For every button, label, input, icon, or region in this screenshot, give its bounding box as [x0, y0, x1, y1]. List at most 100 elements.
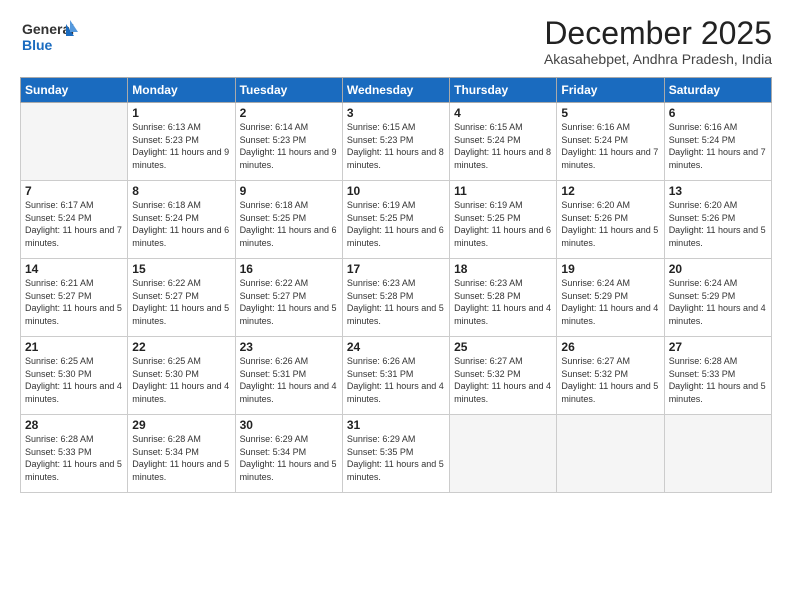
day-info: Sunrise: 6:25 AMSunset: 5:30 PMDaylight:… [132, 355, 230, 405]
day-number: 8 [132, 184, 230, 198]
day-info: Sunrise: 6:23 AMSunset: 5:28 PMDaylight:… [454, 277, 552, 327]
day-number: 19 [561, 262, 659, 276]
day-number: 22 [132, 340, 230, 354]
calendar-cell: 9Sunrise: 6:18 AMSunset: 5:25 PMDaylight… [235, 181, 342, 259]
calendar-cell [664, 415, 771, 493]
calendar-cell: 28Sunrise: 6:28 AMSunset: 5:33 PMDayligh… [21, 415, 128, 493]
day-number: 9 [240, 184, 338, 198]
day-number: 26 [561, 340, 659, 354]
calendar-week-5: 28Sunrise: 6:28 AMSunset: 5:33 PMDayligh… [21, 415, 772, 493]
calendar-cell: 12Sunrise: 6:20 AMSunset: 5:26 PMDayligh… [557, 181, 664, 259]
day-number: 10 [347, 184, 445, 198]
calendar-cell: 8Sunrise: 6:18 AMSunset: 5:24 PMDaylight… [128, 181, 235, 259]
calendar-cell: 6Sunrise: 6:16 AMSunset: 5:24 PMDaylight… [664, 103, 771, 181]
weekday-header-sunday: Sunday [21, 78, 128, 103]
day-info: Sunrise: 6:27 AMSunset: 5:32 PMDaylight:… [454, 355, 552, 405]
calendar-cell [21, 103, 128, 181]
weekday-header-thursday: Thursday [450, 78, 557, 103]
weekday-header-row: SundayMondayTuesdayWednesdayThursdayFrid… [21, 78, 772, 103]
calendar-table: SundayMondayTuesdayWednesdayThursdayFrid… [20, 77, 772, 493]
calendar-cell: 18Sunrise: 6:23 AMSunset: 5:28 PMDayligh… [450, 259, 557, 337]
calendar-cell: 7Sunrise: 6:17 AMSunset: 5:24 PMDaylight… [21, 181, 128, 259]
day-info: Sunrise: 6:13 AMSunset: 5:23 PMDaylight:… [132, 121, 230, 171]
calendar-cell: 4Sunrise: 6:15 AMSunset: 5:24 PMDaylight… [450, 103, 557, 181]
calendar-container: GeneralBlue December 2025 Akasahebpet, A… [0, 0, 792, 612]
day-number: 23 [240, 340, 338, 354]
day-info: Sunrise: 6:15 AMSunset: 5:23 PMDaylight:… [347, 121, 445, 171]
day-info: Sunrise: 6:28 AMSunset: 5:33 PMDaylight:… [669, 355, 767, 405]
day-number: 5 [561, 106, 659, 120]
day-info: Sunrise: 6:15 AMSunset: 5:24 PMDaylight:… [454, 121, 552, 171]
day-info: Sunrise: 6:21 AMSunset: 5:27 PMDaylight:… [25, 277, 123, 327]
calendar-cell: 17Sunrise: 6:23 AMSunset: 5:28 PMDayligh… [342, 259, 449, 337]
calendar-cell: 13Sunrise: 6:20 AMSunset: 5:26 PMDayligh… [664, 181, 771, 259]
day-number: 2 [240, 106, 338, 120]
calendar-cell: 25Sunrise: 6:27 AMSunset: 5:32 PMDayligh… [450, 337, 557, 415]
day-info: Sunrise: 6:17 AMSunset: 5:24 PMDaylight:… [25, 199, 123, 249]
calendar-cell: 23Sunrise: 6:26 AMSunset: 5:31 PMDayligh… [235, 337, 342, 415]
day-info: Sunrise: 6:18 AMSunset: 5:24 PMDaylight:… [132, 199, 230, 249]
day-number: 25 [454, 340, 552, 354]
day-info: Sunrise: 6:28 AMSunset: 5:33 PMDaylight:… [25, 433, 123, 483]
day-number: 18 [454, 262, 552, 276]
day-info: Sunrise: 6:19 AMSunset: 5:25 PMDaylight:… [347, 199, 445, 249]
calendar-cell: 5Sunrise: 6:16 AMSunset: 5:24 PMDaylight… [557, 103, 664, 181]
day-number: 16 [240, 262, 338, 276]
day-info: Sunrise: 6:16 AMSunset: 5:24 PMDaylight:… [669, 121, 767, 171]
day-number: 20 [669, 262, 767, 276]
calendar-cell: 11Sunrise: 6:19 AMSunset: 5:25 PMDayligh… [450, 181, 557, 259]
calendar-week-3: 14Sunrise: 6:21 AMSunset: 5:27 PMDayligh… [21, 259, 772, 337]
svg-text:Blue: Blue [22, 37, 53, 53]
day-info: Sunrise: 6:20 AMSunset: 5:26 PMDaylight:… [561, 199, 659, 249]
weekday-header-wednesday: Wednesday [342, 78, 449, 103]
calendar-week-4: 21Sunrise: 6:25 AMSunset: 5:30 PMDayligh… [21, 337, 772, 415]
calendar-cell: 29Sunrise: 6:28 AMSunset: 5:34 PMDayligh… [128, 415, 235, 493]
header: GeneralBlue December 2025 Akasahebpet, A… [20, 16, 772, 67]
calendar-cell: 14Sunrise: 6:21 AMSunset: 5:27 PMDayligh… [21, 259, 128, 337]
day-info: Sunrise: 6:22 AMSunset: 5:27 PMDaylight:… [240, 277, 338, 327]
day-number: 13 [669, 184, 767, 198]
calendar-cell: 27Sunrise: 6:28 AMSunset: 5:33 PMDayligh… [664, 337, 771, 415]
day-number: 24 [347, 340, 445, 354]
weekday-header-tuesday: Tuesday [235, 78, 342, 103]
day-number: 3 [347, 106, 445, 120]
day-number: 30 [240, 418, 338, 432]
weekday-header-friday: Friday [557, 78, 664, 103]
day-number: 7 [25, 184, 123, 198]
calendar-cell: 10Sunrise: 6:19 AMSunset: 5:25 PMDayligh… [342, 181, 449, 259]
calendar-cell: 3Sunrise: 6:15 AMSunset: 5:23 PMDaylight… [342, 103, 449, 181]
calendar-body: 1Sunrise: 6:13 AMSunset: 5:23 PMDaylight… [21, 103, 772, 493]
month-title: December 2025 [544, 16, 772, 51]
day-number: 27 [669, 340, 767, 354]
day-info: Sunrise: 6:18 AMSunset: 5:25 PMDaylight:… [240, 199, 338, 249]
calendar-week-1: 1Sunrise: 6:13 AMSunset: 5:23 PMDaylight… [21, 103, 772, 181]
day-info: Sunrise: 6:27 AMSunset: 5:32 PMDaylight:… [561, 355, 659, 405]
day-number: 6 [669, 106, 767, 120]
calendar-cell: 31Sunrise: 6:29 AMSunset: 5:35 PMDayligh… [342, 415, 449, 493]
calendar-cell: 26Sunrise: 6:27 AMSunset: 5:32 PMDayligh… [557, 337, 664, 415]
day-number: 31 [347, 418, 445, 432]
logo-svg: GeneralBlue [20, 16, 80, 61]
day-number: 17 [347, 262, 445, 276]
logo: GeneralBlue [20, 16, 80, 61]
calendar-cell: 22Sunrise: 6:25 AMSunset: 5:30 PMDayligh… [128, 337, 235, 415]
day-info: Sunrise: 6:19 AMSunset: 5:25 PMDaylight:… [454, 199, 552, 249]
day-info: Sunrise: 6:28 AMSunset: 5:34 PMDaylight:… [132, 433, 230, 483]
calendar-cell: 1Sunrise: 6:13 AMSunset: 5:23 PMDaylight… [128, 103, 235, 181]
calendar-cell: 20Sunrise: 6:24 AMSunset: 5:29 PMDayligh… [664, 259, 771, 337]
day-number: 11 [454, 184, 552, 198]
day-info: Sunrise: 6:22 AMSunset: 5:27 PMDaylight:… [132, 277, 230, 327]
calendar-cell: 21Sunrise: 6:25 AMSunset: 5:30 PMDayligh… [21, 337, 128, 415]
day-info: Sunrise: 6:26 AMSunset: 5:31 PMDaylight:… [347, 355, 445, 405]
calendar-cell: 16Sunrise: 6:22 AMSunset: 5:27 PMDayligh… [235, 259, 342, 337]
day-info: Sunrise: 6:20 AMSunset: 5:26 PMDaylight:… [669, 199, 767, 249]
title-block: December 2025 Akasahebpet, Andhra Prades… [544, 16, 772, 67]
weekday-header-saturday: Saturday [664, 78, 771, 103]
day-info: Sunrise: 6:14 AMSunset: 5:23 PMDaylight:… [240, 121, 338, 171]
day-number: 29 [132, 418, 230, 432]
weekday-header-monday: Monday [128, 78, 235, 103]
calendar-cell [450, 415, 557, 493]
day-number: 4 [454, 106, 552, 120]
day-info: Sunrise: 6:29 AMSunset: 5:35 PMDaylight:… [347, 433, 445, 483]
calendar-cell: 2Sunrise: 6:14 AMSunset: 5:23 PMDaylight… [235, 103, 342, 181]
